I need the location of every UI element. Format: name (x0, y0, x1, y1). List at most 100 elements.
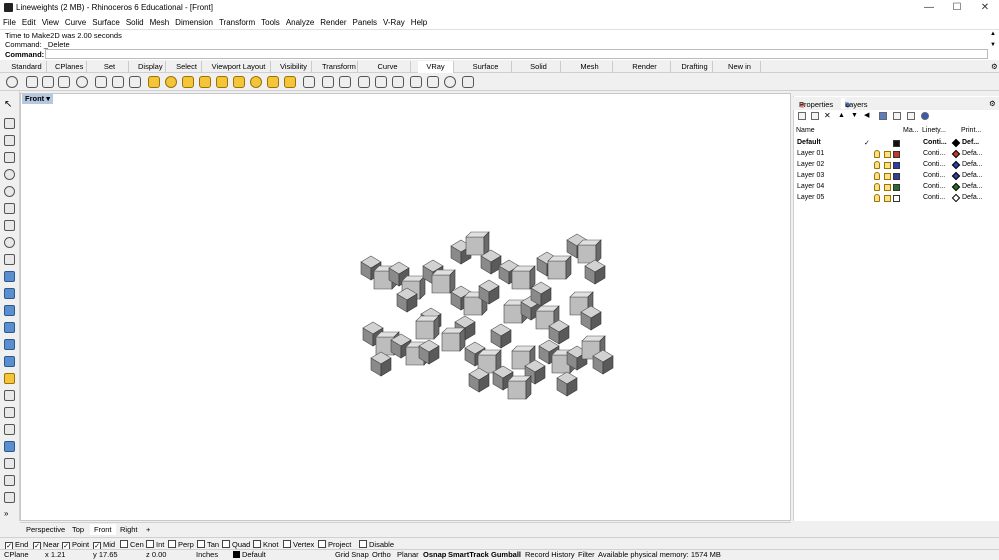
layer-print[interactable]: Defa... (962, 161, 983, 168)
layer-print[interactable]: Def... (962, 139, 979, 146)
vray-omni-light-icon[interactable] (216, 76, 228, 88)
bulb-icon[interactable] (874, 194, 880, 202)
lock-icon[interactable] (884, 162, 891, 169)
panel-settings-icon[interactable]: ⚙ (987, 98, 998, 109)
osnap-quad[interactable]: Quad (222, 540, 250, 549)
layer-print[interactable]: Defa... (962, 150, 983, 157)
layer-linetype[interactable]: Conti... (923, 150, 945, 157)
tab-select[interactable]: Select (172, 61, 202, 73)
osnap-knot[interactable]: Knot (253, 540, 278, 549)
column-print[interactable]: Print... (961, 127, 981, 134)
surface-icon[interactable] (4, 271, 15, 282)
vray-dome-light-icon[interactable] (233, 76, 245, 88)
extrude-icon[interactable] (4, 288, 15, 299)
vray-infinite-plane-icon[interactable] (303, 76, 315, 88)
tab-right[interactable]: Right (116, 524, 142, 535)
print-color-icon[interactable] (951, 193, 961, 203)
explode-icon[interactable] (4, 424, 15, 435)
osnap-perp[interactable]: Perp (168, 540, 194, 549)
lock-icon[interactable] (884, 195, 891, 202)
minimize-button[interactable]: — (915, 0, 943, 16)
tab-layers[interactable]: ◆ Layers (841, 98, 868, 109)
bulb-icon[interactable] (874, 183, 880, 191)
lock-icon[interactable] (884, 173, 891, 180)
menu-edit[interactable]: Edit (19, 16, 39, 29)
tab-set-view[interactable]: Set View (91, 61, 129, 83)
viewport-menu-icon[interactable]: ▾ (46, 94, 50, 103)
vray-sun-icon[interactable] (250, 76, 262, 88)
layer-color-swatch[interactable] (893, 140, 900, 147)
layer-linetype[interactable]: Conti... (923, 194, 945, 201)
vray-clipper-icon[interactable] (375, 76, 387, 88)
tab-display[interactable]: Display (134, 61, 166, 73)
vray-scene-icon[interactable] (410, 76, 422, 88)
move-icon[interactable] (4, 390, 15, 401)
viewport-title[interactable]: Front ▾ (22, 94, 54, 104)
boolean-union-icon[interactable] (4, 322, 15, 333)
light-icon[interactable] (4, 373, 15, 384)
column-linetype[interactable]: Linety... (922, 127, 946, 134)
delete-layer-icon[interactable]: ✕ (824, 112, 832, 120)
layer-color-swatch[interactable] (893, 184, 900, 191)
tab-front[interactable]: Front (90, 524, 116, 535)
vray-light-icon[interactable] (148, 76, 160, 88)
mesh-icon[interactable] (4, 339, 15, 350)
box-icon[interactable] (4, 305, 15, 316)
scroll-down-icon[interactable]: ▼ (990, 42, 996, 48)
tab-top[interactable]: Top (68, 524, 88, 535)
column-name[interactable]: Name (796, 127, 815, 134)
vray-teapot-icon[interactable] (26, 76, 38, 88)
print-color-icon[interactable] (951, 171, 961, 181)
layer-linetype[interactable]: Conti... (923, 183, 945, 190)
osnap-tan[interactable]: Tan (197, 540, 219, 549)
vray-batch-icon[interactable] (462, 76, 474, 88)
new-sublayer-icon[interactable] (811, 112, 819, 120)
vray-asset-editor-icon[interactable] (112, 76, 124, 88)
layer-row[interactable]: Layer 05 Conti... Defa... (795, 193, 995, 204)
filter-icon[interactable] (879, 112, 887, 120)
vray-fur-icon[interactable] (358, 76, 370, 88)
vray-options-icon[interactable] (129, 76, 141, 88)
layer-color-swatch[interactable] (893, 173, 900, 180)
vray-sphere-light-icon[interactable] (165, 76, 177, 88)
layer-print[interactable]: Defa... (962, 172, 983, 179)
lock-icon[interactable] (884, 184, 891, 191)
tab-drafting[interactable]: Drafting (677, 61, 713, 73)
tab-standard[interactable]: Standard (7, 61, 47, 73)
curve-icon[interactable] (4, 152, 15, 163)
layer-row[interactable]: Layer 04 Conti... Defa... (795, 182, 995, 193)
polygon-icon[interactable] (4, 237, 15, 248)
tab-perspective[interactable]: Perspective (22, 524, 69, 535)
tab-transform[interactable]: Transform (318, 61, 358, 73)
layer-linetype[interactable]: Conti... (923, 172, 945, 179)
osnap-disable[interactable]: Disable (359, 540, 394, 549)
layer-row[interactable]: Layer 02 Conti... Defa... (795, 160, 995, 171)
layer-row[interactable]: Layer 01 Conti... Defa... (795, 149, 995, 160)
osnap-project[interactable]: Project (318, 540, 351, 549)
vray-spot-light-icon[interactable] (182, 76, 194, 88)
layer-row[interactable]: Default ✓ Conti... Def... (795, 138, 995, 149)
tab-viewport-layout[interactable]: Viewport Layout (207, 61, 271, 73)
layer-states-icon[interactable] (893, 112, 901, 120)
menu-analyze[interactable]: Analyze (283, 16, 317, 29)
dimension-icon[interactable] (4, 407, 15, 418)
circle-icon[interactable] (4, 169, 15, 180)
gumball-icon[interactable] (4, 492, 15, 503)
vray-cloud-icon[interactable] (58, 76, 70, 88)
layer-color-swatch[interactable] (893, 151, 900, 158)
layer-linetype[interactable]: Conti... (923, 139, 947, 146)
vray-frame-buffer-icon[interactable] (95, 76, 107, 88)
tab-visibility[interactable]: Visibility (276, 61, 312, 73)
sweep-icon[interactable] (4, 356, 15, 367)
point-icon[interactable] (4, 118, 15, 129)
tab-properties[interactable]: ◉ Properties (795, 98, 833, 109)
print-color-icon[interactable] (951, 182, 961, 192)
osnap-vertex[interactable]: Vertex (283, 540, 314, 549)
menu-help[interactable]: Help (408, 16, 430, 29)
rotate-icon[interactable] (4, 475, 15, 486)
fillet-icon[interactable] (4, 254, 15, 265)
menu-dimension[interactable]: Dimension (172, 16, 216, 29)
new-layer-icon[interactable] (798, 112, 806, 120)
tools-icon[interactable] (907, 112, 915, 120)
tab-solid-tools[interactable]: Solid Tools (517, 61, 561, 83)
